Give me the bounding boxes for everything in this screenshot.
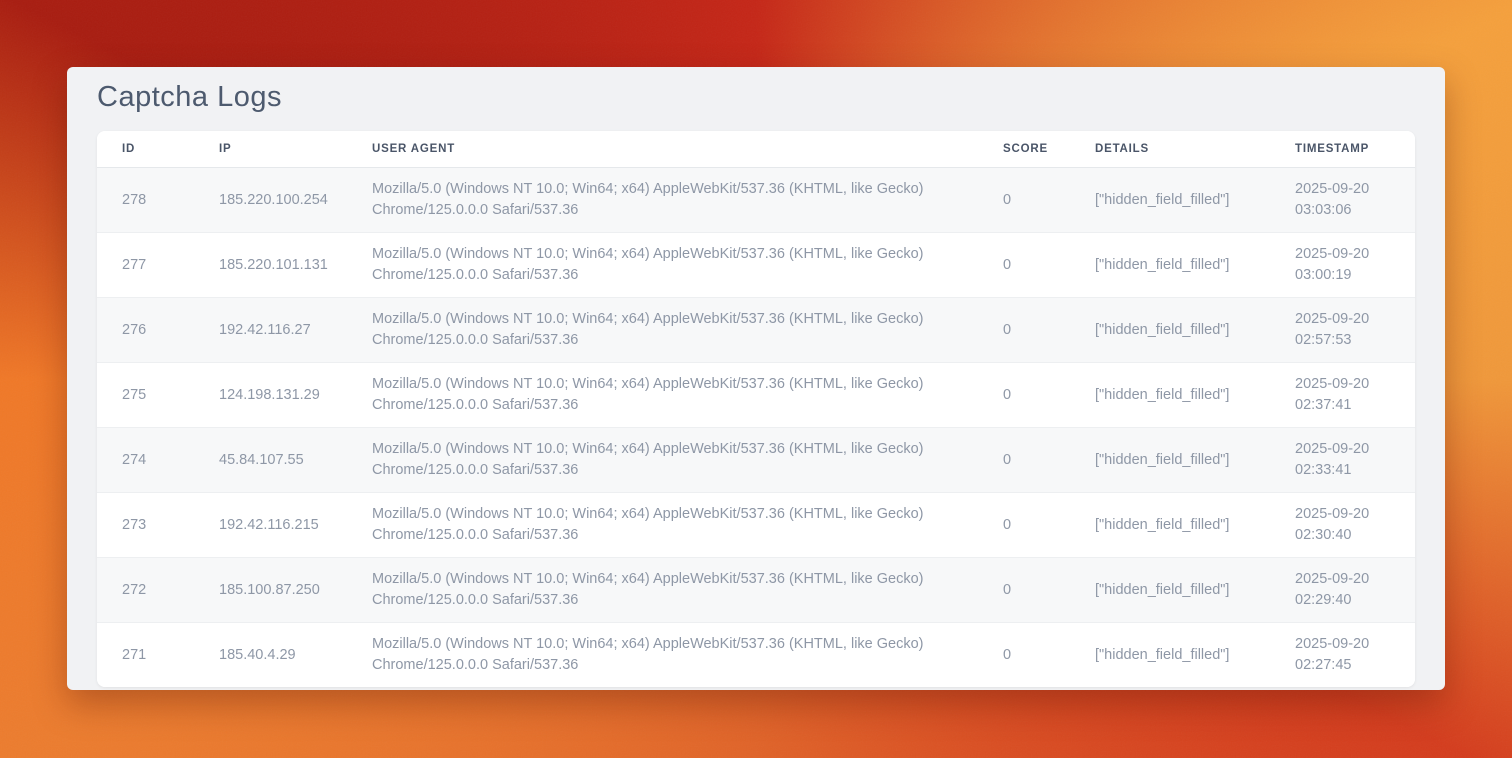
cell-id: 276: [97, 298, 194, 363]
log-row: 273 192.42.116.215 Mozilla/5.0 (Windows …: [97, 493, 1415, 558]
cell-details: ["hidden_field_filled"]: [1070, 168, 1270, 233]
column-header-ip: IP: [194, 131, 347, 168]
log-row: 277 185.220.101.131 Mozilla/5.0 (Windows…: [97, 233, 1415, 298]
cell-ip: 45.84.107.55: [194, 428, 347, 493]
header-row: ID IP USER AGENT SCORE DETAILS TIMESTAMP: [97, 131, 1415, 168]
logs-table: ID IP USER AGENT SCORE DETAILS TIMESTAMP…: [97, 131, 1415, 687]
cell-timestamp: 2025-09-20 02:37:41: [1270, 363, 1415, 428]
column-header-details: DETAILS: [1070, 131, 1270, 168]
cell-details: ["hidden_field_filled"]: [1070, 363, 1270, 428]
cell-timestamp: 2025-09-20 02:33:41: [1270, 428, 1415, 493]
cell-score: 0: [978, 233, 1070, 298]
log-row: 274 45.84.107.55 Mozilla/5.0 (Windows NT…: [97, 428, 1415, 493]
cell-details: ["hidden_field_filled"]: [1070, 493, 1270, 558]
cell-ip: 185.100.87.250: [194, 558, 347, 623]
cell-id: 273: [97, 493, 194, 558]
logs-table-body: 278 185.220.100.254 Mozilla/5.0 (Windows…: [97, 168, 1415, 688]
page-title: Captcha Logs: [97, 80, 1415, 114]
logs-table-header: ID IP USER AGENT SCORE DETAILS TIMESTAMP: [97, 131, 1415, 168]
cell-user-agent: Mozilla/5.0 (Windows NT 10.0; Win64; x64…: [347, 168, 978, 233]
cell-score: 0: [978, 493, 1070, 558]
log-row: 271 185.40.4.29 Mozilla/5.0 (Windows NT …: [97, 623, 1415, 688]
cell-user-agent: Mozilla/5.0 (Windows NT 10.0; Win64; x64…: [347, 428, 978, 493]
cell-score: 0: [978, 298, 1070, 363]
cell-ip: 192.42.116.215: [194, 493, 347, 558]
cell-user-agent: Mozilla/5.0 (Windows NT 10.0; Win64; x64…: [347, 558, 978, 623]
cell-timestamp: 2025-09-20 02:57:53: [1270, 298, 1415, 363]
cell-score: 0: [978, 363, 1070, 428]
cell-timestamp: 2025-09-20 02:30:40: [1270, 493, 1415, 558]
cell-id: 272: [97, 558, 194, 623]
logs-table-container: ID IP USER AGENT SCORE DETAILS TIMESTAMP…: [97, 131, 1415, 687]
column-header-score: SCORE: [978, 131, 1070, 168]
cell-score: 0: [978, 428, 1070, 493]
cell-user-agent: Mozilla/5.0 (Windows NT 10.0; Win64; x64…: [347, 623, 978, 688]
cell-id: 278: [97, 168, 194, 233]
cell-details: ["hidden_field_filled"]: [1070, 428, 1270, 493]
cell-ip: 185.40.4.29: [194, 623, 347, 688]
cell-id: 277: [97, 233, 194, 298]
log-row: 272 185.100.87.250 Mozilla/5.0 (Windows …: [97, 558, 1415, 623]
cell-score: 0: [978, 168, 1070, 233]
cell-score: 0: [978, 623, 1070, 688]
cell-timestamp: 2025-09-20 03:03:06: [1270, 168, 1415, 233]
column-header-id: ID: [97, 131, 194, 168]
cell-timestamp: 2025-09-20 03:00:19: [1270, 233, 1415, 298]
cell-user-agent: Mozilla/5.0 (Windows NT 10.0; Win64; x64…: [347, 233, 978, 298]
cell-ip: 192.42.116.27: [194, 298, 347, 363]
captcha-logs-card: Captcha Logs ID IP USER AGENT SCORE DETA…: [67, 67, 1445, 690]
column-header-timestamp: TIMESTAMP: [1270, 131, 1415, 168]
cell-ip: 185.220.101.131: [194, 233, 347, 298]
cell-user-agent: Mozilla/5.0 (Windows NT 10.0; Win64; x64…: [347, 363, 978, 428]
cell-ip: 185.220.100.254: [194, 168, 347, 233]
cell-timestamp: 2025-09-20 02:27:45: [1270, 623, 1415, 688]
cell-score: 0: [978, 558, 1070, 623]
cell-ip: 124.198.131.29: [194, 363, 347, 428]
cell-details: ["hidden_field_filled"]: [1070, 558, 1270, 623]
cell-user-agent: Mozilla/5.0 (Windows NT 10.0; Win64; x64…: [347, 493, 978, 558]
cell-id: 275: [97, 363, 194, 428]
cell-timestamp: 2025-09-20 02:29:40: [1270, 558, 1415, 623]
cell-id: 271: [97, 623, 194, 688]
cell-id: 274: [97, 428, 194, 493]
cell-details: ["hidden_field_filled"]: [1070, 623, 1270, 688]
log-row: 276 192.42.116.27 Mozilla/5.0 (Windows N…: [97, 298, 1415, 363]
cell-details: ["hidden_field_filled"]: [1070, 233, 1270, 298]
log-row: 275 124.198.131.29 Mozilla/5.0 (Windows …: [97, 363, 1415, 428]
cell-details: ["hidden_field_filled"]: [1070, 298, 1270, 363]
log-row: 278 185.220.100.254 Mozilla/5.0 (Windows…: [97, 168, 1415, 233]
column-header-user-agent: USER AGENT: [347, 131, 978, 168]
cell-user-agent: Mozilla/5.0 (Windows NT 10.0; Win64; x64…: [347, 298, 978, 363]
